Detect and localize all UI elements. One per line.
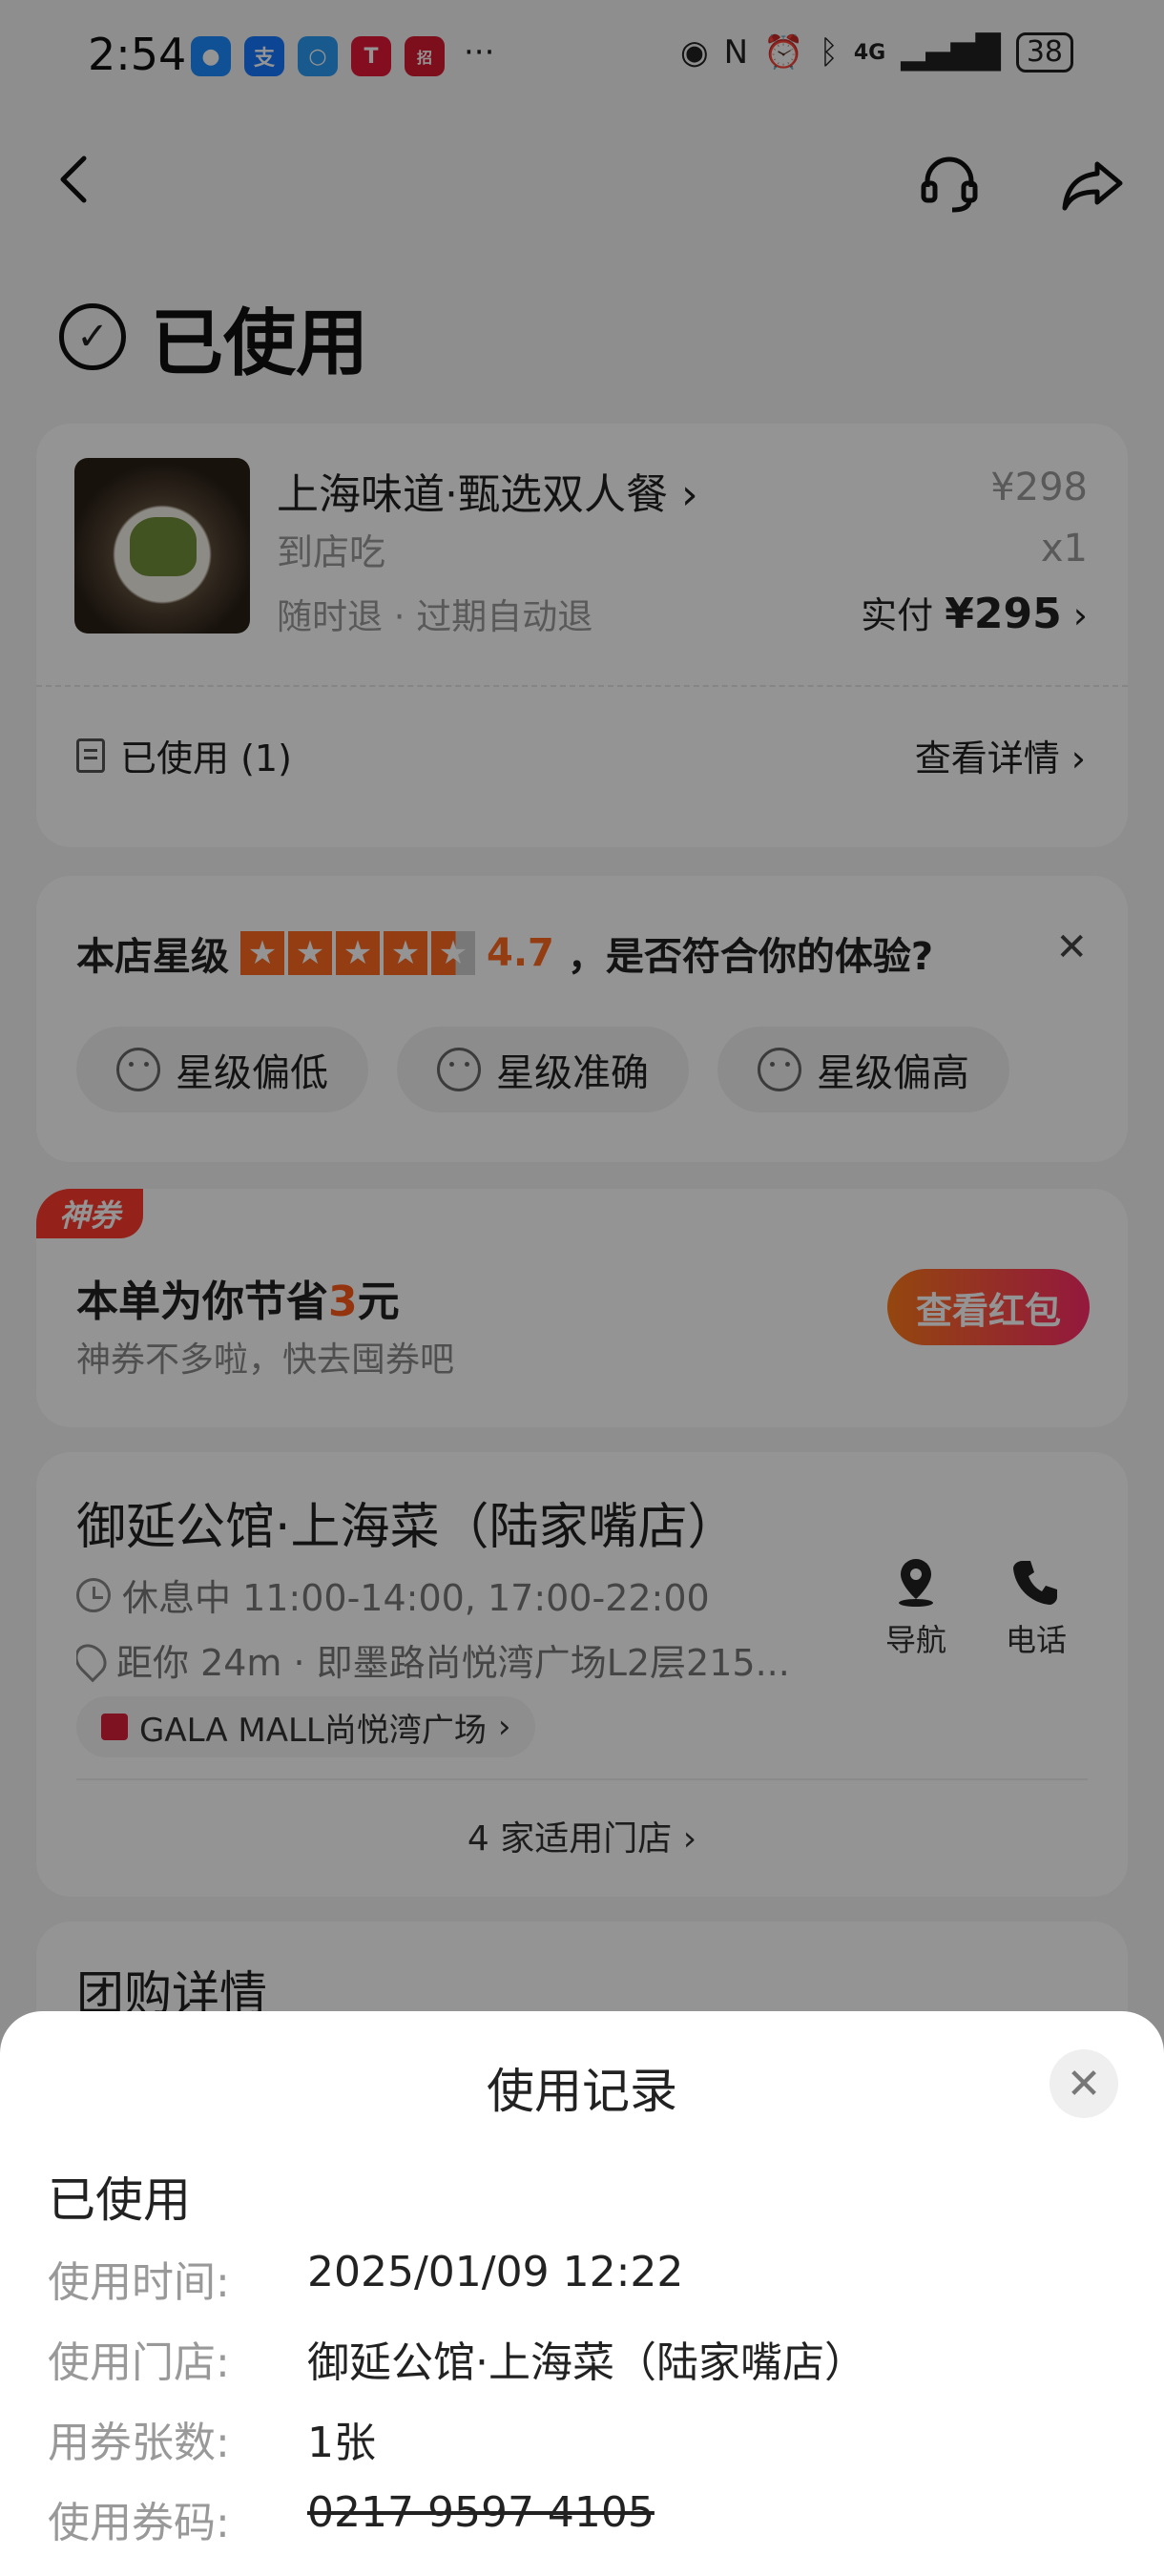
record-value: 1张 [307,2419,376,2467]
record-row-code: 使用券码: 0217 9597 4105 [48,2488,655,2549]
order-detail-page: 2:54 ● 支 ○ T 招 ··· ◉ N ⏰ ᛒ 4G ▂▄▆█ 38 ✓ … [0,0,1164,2576]
close-icon[interactable]: ✕ [1050,2049,1118,2118]
record-row-store: 使用门店: 御延公馆·上海菜（陆家嘴店） [48,2328,866,2389]
record-row-count: 用券张数: 1张 [48,2408,376,2469]
record-label: 用券张数: [48,2419,230,2467]
record-label: 使用时间: [48,2258,230,2307]
coupon-code: 0217 9597 4105 [307,2488,655,2537]
record-label: 使用门店: [48,2338,230,2387]
usage-record-sheet: 使用记录 ✕ 已使用 使用时间: 2025/01/09 12:22 使用门店: … [0,2011,1164,2576]
sheet-title: 使用记录 [487,2064,677,2119]
usage-status: 已使用 [48,2172,191,2228]
record-value: 御延公馆·上海菜（陆家嘴店） [307,2338,866,2387]
record-row-time: 使用时间: 2025/01/09 12:22 [48,2248,683,2309]
record-label: 使用券码: [48,2499,230,2547]
record-value: 2025/01/09 12:22 [307,2248,684,2296]
